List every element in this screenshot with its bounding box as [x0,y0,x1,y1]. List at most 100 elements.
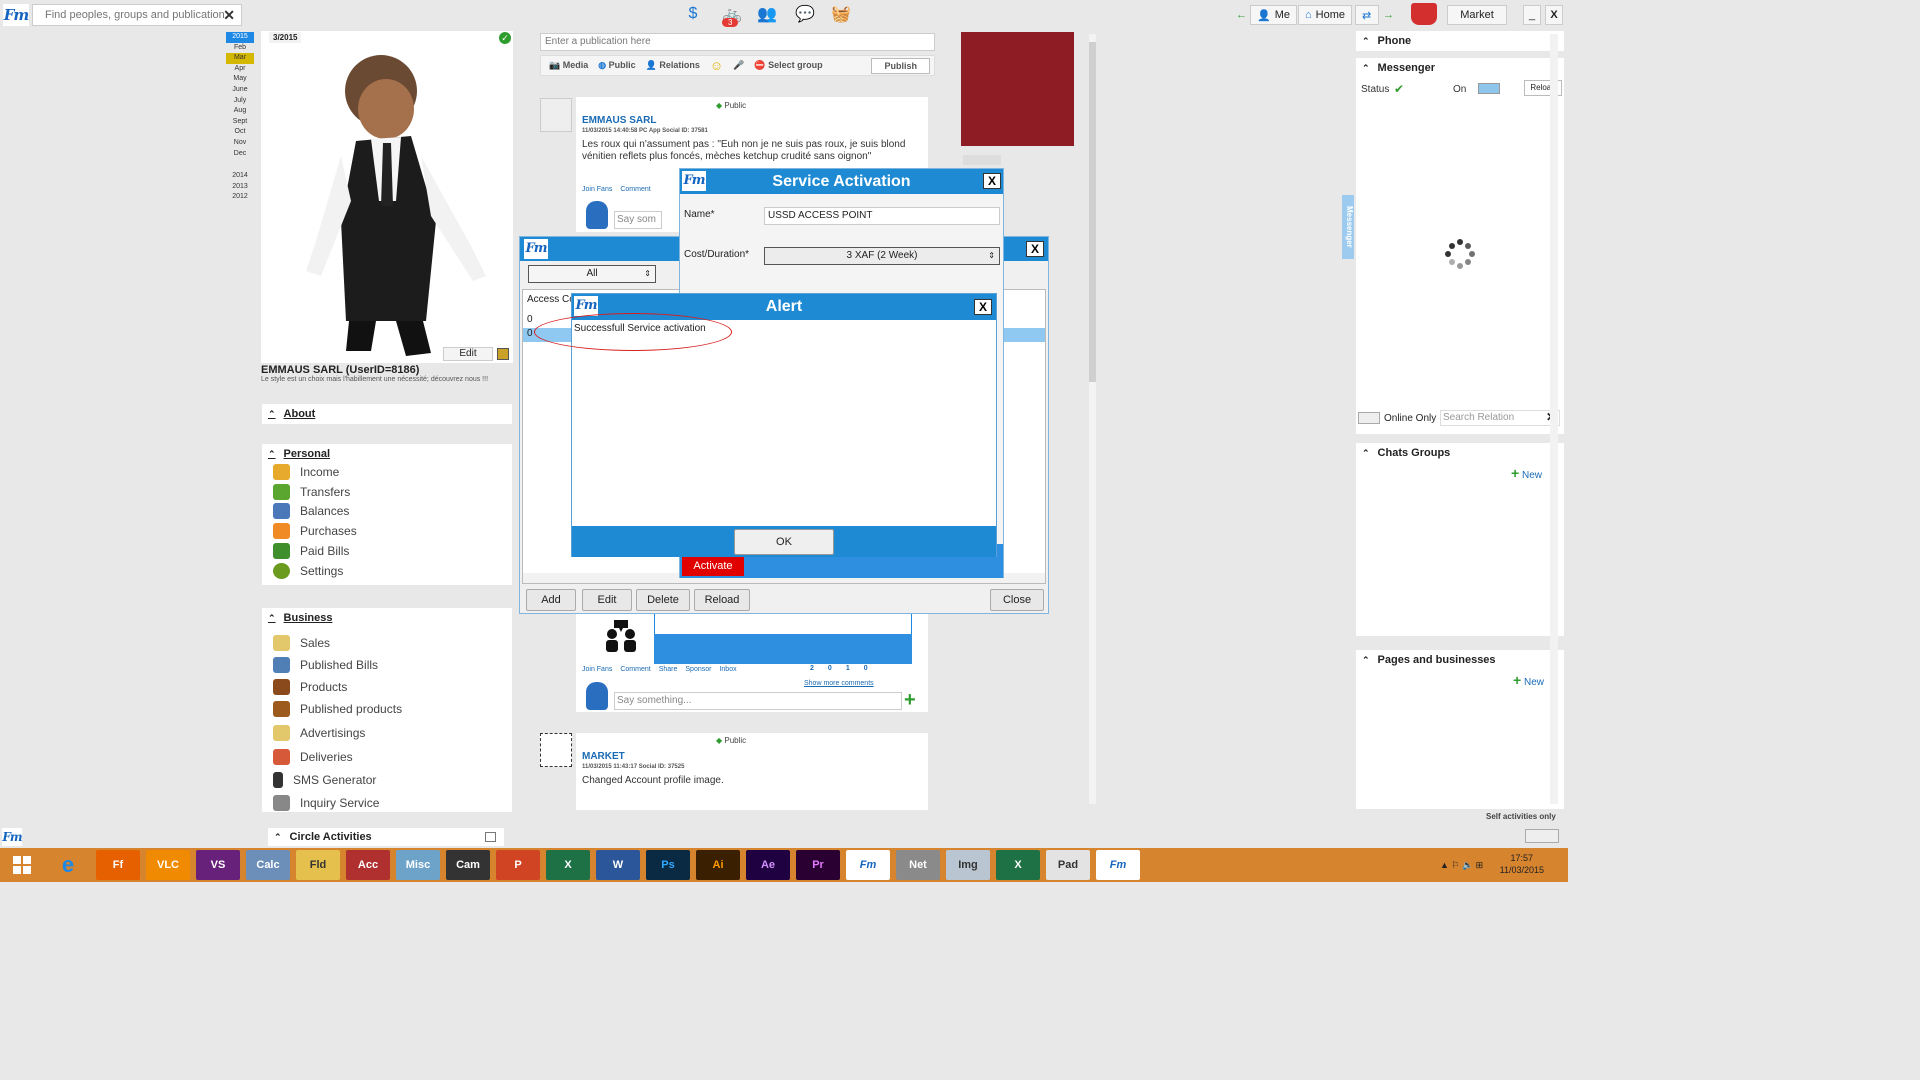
post-avatar[interactable] [540,98,572,132]
menu-item-purchases[interactable]: Purchases [266,521,508,541]
fm-app-icon[interactable]: Fm [846,850,890,880]
friends-icon[interactable]: 👥 [755,3,779,25]
search-input[interactable] [45,5,225,25]
menu-item-paid-bills[interactable]: Paid Bills [266,541,508,561]
visual-studio-icon[interactable]: VS [196,850,240,880]
calendar-month[interactable]: Oct [226,127,254,138]
calendar-month[interactable]: May [226,74,254,85]
minimize-button[interactable]: _ [1523,5,1541,25]
new-chat-group-button[interactable]: + New [1511,465,1542,481]
share-link[interactable]: Share [659,666,678,673]
product-controls[interactable] [963,155,1001,165]
relations-button[interactable]: 👤 Relations [646,60,700,71]
feed-scrollbar[interactable] [1089,34,1096,804]
join-fans-link[interactable]: Join Fans [582,186,612,193]
access-icon[interactable]: Acc [346,850,390,880]
camera-icon[interactable] [497,348,509,360]
search-relation-input[interactable]: Search Relation [1440,410,1560,426]
calendar-month[interactable]: Nov [226,138,254,149]
delete-button[interactable]: Delete [636,589,690,611]
ie-icon[interactable]: e [46,850,90,880]
app-logo-small[interactable]: Fm [2,828,23,846]
alert-close-icon[interactable]: X [974,299,992,315]
filter-select[interactable]: All ⇕ [528,265,656,283]
premiere-icon[interactable]: Pr [796,850,840,880]
cost-duration-select[interactable]: 3 XAF (2 Week) ⇕ [764,247,1000,265]
start-button[interactable] [4,850,40,880]
service-close-icon[interactable]: X [983,173,1001,189]
money-icon[interactable]: $ [681,3,705,25]
calendar-year-item[interactable]: 2014 [226,171,254,182]
ok-button[interactable]: OK [734,529,834,555]
app-icon[interactable]: Misc [396,850,440,880]
phone-header[interactable]: ⌃ Phone [1356,35,1564,47]
clear-search-icon[interactable]: ✕ [223,7,235,24]
back-arrow-icon[interactable]: ← [1236,9,1247,21]
calendar-year-item[interactable]: 2012 [226,192,254,203]
collapse-icon[interactable]: ⌃ [268,449,276,460]
calendar-year-item[interactable]: 2013 [226,182,254,193]
basket-icon[interactable]: 🧺 [829,3,853,25]
calendar-month[interactable]: Aug [226,106,254,117]
window-icon[interactable] [485,832,496,842]
counter[interactable]: 1 [846,665,850,672]
menu-item-products[interactable]: Products [266,676,508,698]
app-logo[interactable]: Fm [3,4,29,26]
menu-item-advertisings[interactable]: Advertisings [266,720,508,745]
close-app-button[interactable]: X [1545,5,1563,25]
post-author[interactable]: EMMAUS SARL [582,115,656,126]
calendar-year[interactable]: 2015 [226,32,254,43]
public-button[interactable]: ◍ Public [598,60,635,71]
chat-icon[interactable]: 💬 [793,3,817,25]
collapse-icon[interactable]: ⌃ [268,613,276,624]
excel-icon[interactable]: X [546,850,590,880]
calendar-month[interactable]: June [226,85,254,96]
collapse-icon[interactable]: ⌃ [1362,655,1370,666]
menu-item-transfers[interactable]: Transfers [266,482,508,502]
select-group-button[interactable]: ⛔ Select group [754,60,822,71]
exchange-button[interactable]: ⇄ [1355,5,1379,25]
calendar-month[interactable]: Feb [226,43,254,54]
home-button[interactable]: ⌂ Home [1298,5,1352,25]
notifications-icon[interactable]: 🚲 3 [718,3,746,27]
vlc-icon[interactable]: VLC [146,850,190,880]
publication-input[interactable]: Enter a publication here [540,33,935,51]
close-button[interactable]: Close [990,589,1044,611]
forward-arrow-icon[interactable]: → [1383,9,1394,21]
messenger-header[interactable]: ⌃ Messenger [1356,62,1564,74]
menu-item-sales[interactable]: Sales [266,632,508,654]
media-button[interactable]: 📷 Media [549,60,588,71]
online-only-toggle[interactable] [1358,412,1380,424]
menu-item-published-products[interactable]: Published products [266,698,508,720]
camera-app-icon[interactable]: Cam [446,850,490,880]
counter[interactable]: 0 [864,665,868,672]
menu-item-balances[interactable]: Balances [266,502,508,522]
collapse-icon[interactable]: ⌃ [1362,448,1370,459]
messenger-tab[interactable]: Messenger [1342,195,1354,259]
comment-input[interactable]: Say something... [614,692,902,710]
calendar-month[interactable]: Dec [226,149,254,160]
post-author[interactable]: MARKET [582,751,625,762]
word-icon[interactable]: W [596,850,640,880]
calendar-month[interactable]: Apr [226,64,254,75]
fm-app-active-icon[interactable]: Fm [1096,850,1140,880]
after-effects-icon[interactable]: Ae [746,850,790,880]
network-app-icon[interactable]: Net [896,850,940,880]
calculator-icon[interactable]: Calc [246,850,290,880]
status-toggle[interactable] [1478,83,1500,94]
activate-button[interactable]: Activate [682,556,744,576]
illustrator-icon[interactable]: Ai [696,850,740,880]
collapse-icon[interactable]: ⌃ [268,409,276,420]
counter[interactable]: 0 [828,665,832,672]
emoji-icon[interactable]: ☺ [710,58,723,73]
product-image[interactable] [961,32,1074,146]
collapse-icon[interactable]: ⌃ [1362,36,1370,47]
edit-button[interactable]: Edit [582,589,632,611]
cart-icon[interactable] [1411,3,1437,25]
firefox-icon[interactable]: Ff [96,850,140,880]
comment-link[interactable]: Comment [620,186,650,193]
powerpoint-icon[interactable]: P [496,850,540,880]
tray-icons[interactable]: ▲ ⚐ 🔈 ⊞ [1440,860,1483,871]
excel-icon[interactable]: X [996,850,1040,880]
chats-groups-header[interactable]: ⌃ Chats Groups [1356,447,1564,459]
